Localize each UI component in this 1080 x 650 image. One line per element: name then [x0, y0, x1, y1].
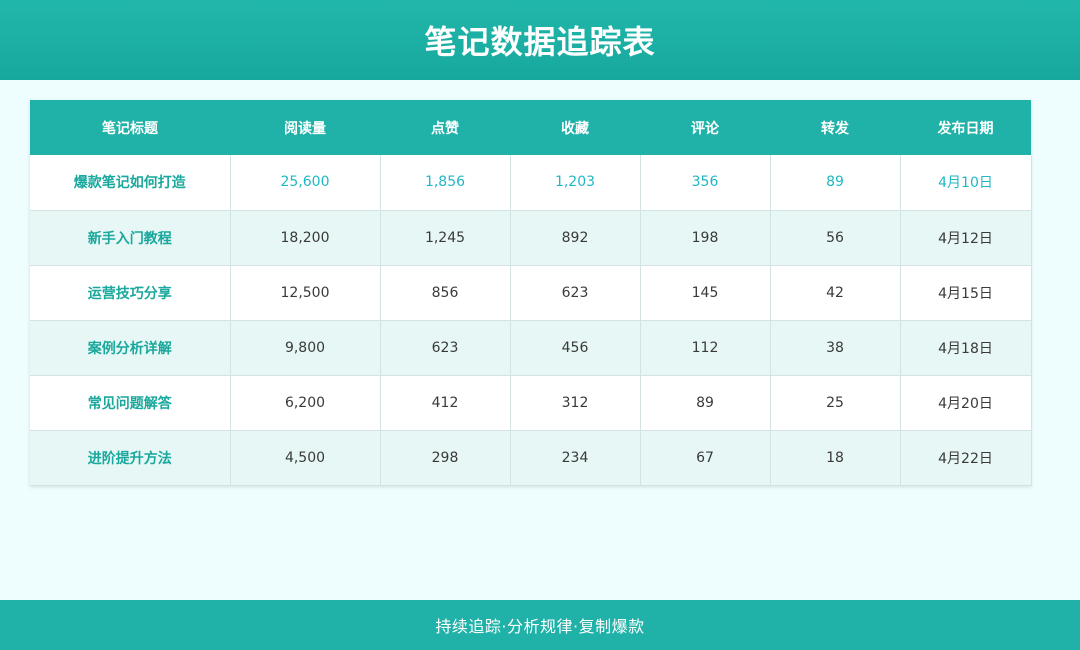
cell-comments: 198 [640, 210, 771, 266]
cell-likes: 623 [380, 320, 511, 376]
cell-publish-date: 4月15日 [900, 265, 1032, 321]
notes-data-table-container: 笔记标题 阅读量 点赞 收藏 评论 转发 发布日期 爆款笔记如何打造 25,60… [30, 100, 1032, 486]
table-row: 进阶提升方法 4,500 298 234 67 18 4月22日 [30, 430, 1032, 486]
cell-shares: 56 [770, 210, 901, 266]
column-header-likes: 点赞 [380, 100, 510, 155]
cell-reads: 9,800 [230, 320, 381, 376]
table-header-row: 笔记标题 阅读量 点赞 收藏 评论 转发 发布日期 [30, 100, 1031, 155]
cell-comments: 356 [640, 155, 771, 211]
cell-favorites: 623 [510, 265, 641, 321]
cell-comments: 112 [640, 320, 771, 376]
cell-publish-date: 4月18日 [900, 320, 1032, 376]
cell-likes: 412 [380, 375, 511, 431]
cell-note-title: 常见问题解答 [30, 375, 231, 431]
cell-shares: 42 [770, 265, 901, 321]
cell-shares: 38 [770, 320, 901, 376]
cell-publish-date: 4月12日 [900, 210, 1032, 266]
column-header-favorites: 收藏 [510, 100, 640, 155]
cell-reads: 12,500 [230, 265, 381, 321]
column-header-comments: 评论 [640, 100, 770, 155]
page-footer: 持续追踪·分析规律·复制爆款 [0, 600, 1080, 650]
column-header-publish-date: 发布日期 [900, 100, 1031, 155]
cell-likes: 856 [380, 265, 511, 321]
cell-note-title: 运营技巧分享 [30, 265, 231, 321]
cell-favorites: 892 [510, 210, 641, 266]
cell-shares: 89 [770, 155, 901, 211]
cell-publish-date: 4月22日 [900, 430, 1032, 486]
cell-note-title: 案例分析详解 [30, 320, 231, 376]
cell-reads: 6,200 [230, 375, 381, 431]
cell-comments: 89 [640, 375, 771, 431]
page-header: 笔记数据追踪表 [0, 0, 1080, 80]
cell-note-title: 新手入门教程 [30, 210, 231, 266]
cell-favorites: 312 [510, 375, 641, 431]
column-header-title: 笔记标题 [30, 100, 230, 155]
cell-reads: 18,200 [230, 210, 381, 266]
table-row: 新手入门教程 18,200 1,245 892 198 56 4月12日 [30, 210, 1032, 266]
cell-note-title: 进阶提升方法 [30, 430, 231, 486]
cell-publish-date: 4月20日 [900, 375, 1032, 431]
cell-favorites: 1,203 [510, 155, 641, 211]
footer-slogan: 持续追踪·分析规律·复制爆款 [435, 617, 645, 636]
table-row: 常见问题解答 6,200 412 312 89 25 4月20日 [30, 375, 1032, 431]
page-title: 笔记数据追踪表 [424, 23, 656, 61]
cell-shares: 18 [770, 430, 901, 486]
table-row: 案例分析详解 9,800 623 456 112 38 4月18日 [30, 320, 1032, 376]
cell-comments: 67 [640, 430, 771, 486]
cell-likes: 1,856 [380, 155, 511, 211]
cell-publish-date: 4月10日 [900, 155, 1032, 211]
cell-likes: 1,245 [380, 210, 511, 266]
cell-shares: 25 [770, 375, 901, 431]
notes-data-table: 笔记标题 阅读量 点赞 收藏 评论 转发 发布日期 爆款笔记如何打造 25,60… [30, 100, 1032, 486]
cell-reads: 4,500 [230, 430, 381, 486]
cell-note-title: 爆款笔记如何打造 [30, 155, 231, 211]
cell-comments: 145 [640, 265, 771, 321]
cell-likes: 298 [380, 430, 511, 486]
table-row: 运营技巧分享 12,500 856 623 145 42 4月15日 [30, 265, 1032, 321]
cell-reads: 25,600 [230, 155, 381, 211]
column-header-shares: 转发 [770, 100, 900, 155]
column-header-reads: 阅读量 [230, 100, 380, 155]
table-row: 爆款笔记如何打造 25,600 1,856 1,203 356 89 4月10日 [30, 155, 1032, 211]
cell-favorites: 234 [510, 430, 641, 486]
cell-favorites: 456 [510, 320, 641, 376]
